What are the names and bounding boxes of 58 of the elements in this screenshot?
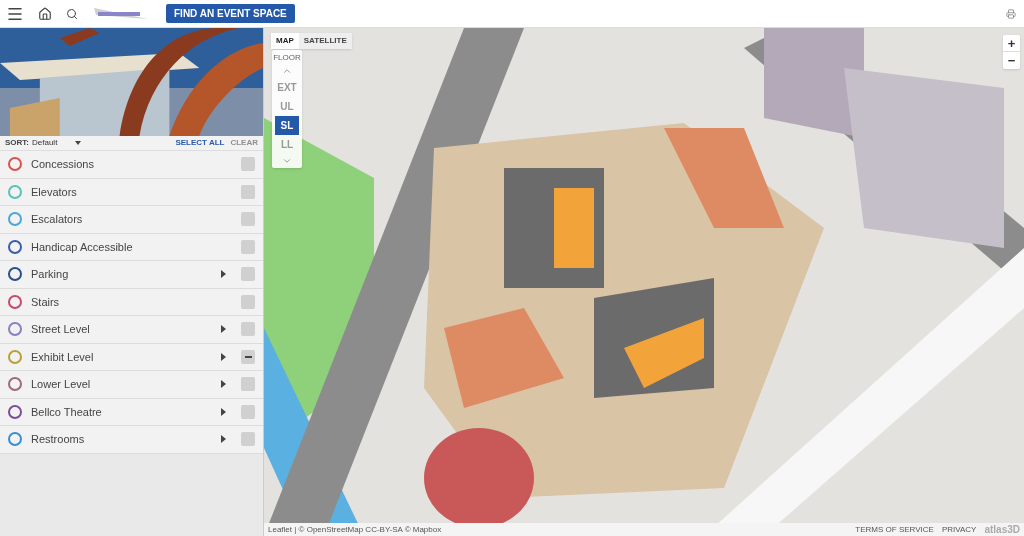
zoom-out-button[interactable]: − <box>1003 52 1020 69</box>
floor-button[interactable]: SL <box>275 116 299 135</box>
home-icon[interactable] <box>38 6 52 21</box>
checkbox[interactable] <box>241 212 255 227</box>
print-icon[interactable] <box>1006 8 1016 19</box>
checkbox[interactable] <box>241 377 255 392</box>
brand-logo: atlas3D <box>984 523 1020 536</box>
category-label: Concessions <box>31 157 95 172</box>
map-attribution: Leaflet | © OpenStreetMap CC-BY-SA © Mapbox <box>268 523 442 536</box>
category-label: Street Level <box>31 322 91 337</box>
category-row[interactable]: Handicap Accessible <box>0 233 263 261</box>
checkbox[interactable] <box>241 239 255 254</box>
checkbox[interactable] <box>241 267 255 282</box>
category-row[interactable]: Escalators <box>0 206 263 234</box>
map-type-tab[interactable]: SATELLITE <box>298 33 352 49</box>
floor-up-icon[interactable] <box>282 66 292 76</box>
map-type-tab[interactable]: MAP <box>271 33 299 49</box>
category-label: Bellco Theatre <box>31 404 103 420</box>
sort-dropdown[interactable]: Default <box>32 137 82 149</box>
expand-arrow-icon[interactable] <box>221 435 226 444</box>
category-row[interactable]: Stairs <box>0 288 263 316</box>
checkbox[interactable] <box>241 322 255 337</box>
category-row[interactable]: Lower Level <box>0 371 263 399</box>
category-row[interactable]: Exhibit Level <box>0 343 263 371</box>
checkbox[interactable] <box>241 404 255 419</box>
floor-down-icon[interactable] <box>282 156 292 166</box>
checkbox[interactable] <box>241 432 255 447</box>
expand-arrow-icon[interactable] <box>221 352 226 361</box>
category-label: Escalators <box>31 212 84 227</box>
category-label: Parking <box>31 267 70 282</box>
expand-arrow-icon[interactable] <box>221 270 226 279</box>
find-event-space-button[interactable]: FIND AN EVENT SPACE <box>166 4 295 23</box>
category-row[interactable]: Concessions <box>0 151 263 179</box>
category-label: Restrooms <box>31 432 86 447</box>
expand-arrow-icon[interactable] <box>221 380 226 389</box>
zoom-in-button[interactable]: + <box>1003 35 1020 52</box>
footer-link[interactable]: PRIVACY <box>941 523 977 536</box>
footer-link[interactable]: TERMS OF SERVICE <box>855 523 934 536</box>
category-row[interactable]: Street Level <box>0 316 263 344</box>
category-label: Elevators <box>31 184 78 200</box>
checkbox[interactable] <box>241 184 255 199</box>
checkbox[interactable] <box>241 349 255 364</box>
search-icon[interactable] <box>66 7 78 20</box>
expand-arrow-icon[interactable] <box>221 407 226 416</box>
category-row[interactable]: Parking <box>0 261 263 289</box>
category-row[interactable]: Elevators <box>0 178 263 206</box>
sort-label: SORT: <box>5 137 29 149</box>
category-label: Exhibit Level <box>31 349 95 365</box>
select-all-link[interactable]: SELECT ALL <box>175 137 225 149</box>
category-label: Stairs <box>31 294 61 310</box>
category-row[interactable]: Bellco Theatre <box>0 398 263 426</box>
category-label: Handicap Accessible <box>31 239 134 255</box>
floor-title: FLOOR <box>273 52 301 64</box>
category-row[interactable]: Restrooms <box>0 426 263 454</box>
checkbox[interactable] <box>241 294 255 309</box>
expand-arrow-icon[interactable] <box>221 325 226 334</box>
category-label: Lower Level <box>31 377 92 392</box>
checkbox[interactable] <box>241 157 255 172</box>
